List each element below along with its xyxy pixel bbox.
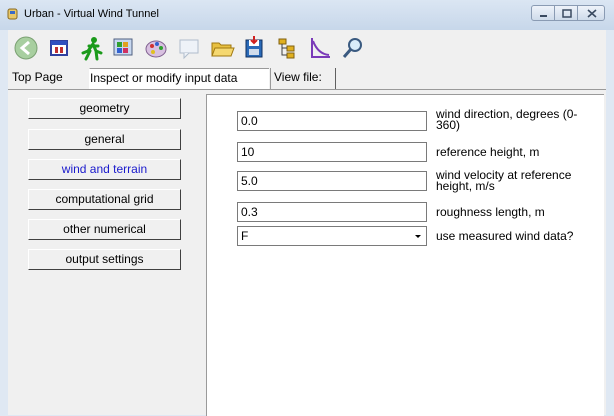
maximize-button[interactable]	[554, 5, 578, 21]
palette-button[interactable]	[109, 34, 137, 62]
title-bar[interactable]: Urban - Virtual Wind Tunnel	[0, 0, 614, 30]
grid-icon	[50, 40, 68, 56]
tree-icon	[278, 38, 295, 59]
comment-icon	[179, 39, 199, 60]
tab-view-file[interactable]: View file:	[270, 68, 336, 89]
search-icon	[342, 38, 362, 58]
client-area: geometry general wind and terrain comput…	[8, 89, 606, 416]
reference-height-label: reference height, m	[436, 145, 540, 159]
roughness-length-label: roughness length, m	[436, 205, 545, 219]
minimize-icon	[540, 15, 547, 17]
form-panel: 0.0 wind direction, degrees (0-360) 10 r…	[206, 94, 604, 416]
app-window: Urban - Virtual Wind Tunnel Top Page Ins…	[0, 0, 614, 416]
tab-top-page[interactable]: Top Page	[12, 68, 88, 89]
search-button[interactable]	[339, 34, 367, 62]
back-button[interactable]	[12, 34, 40, 62]
tab-inspect-input[interactable]: Inspect or modify input data	[89, 68, 269, 89]
wind-direction-input[interactable]: 0.0	[237, 111, 427, 131]
paint-button[interactable]	[142, 34, 170, 62]
close-icon	[587, 9, 597, 18]
toolbar	[8, 30, 606, 68]
save-icon	[245, 36, 263, 58]
roughness-length-input[interactable]: 0.3	[237, 202, 427, 222]
wind-velocity-label: wind velocity at reference height, m/s	[436, 168, 572, 193]
wind-velocity-input[interactable]: 5.0	[237, 171, 427, 191]
measured-wind-value: F	[241, 229, 249, 243]
window-title: Urban - Virtual Wind Tunnel	[24, 8, 159, 20]
nav-computational-grid-button[interactable]: computational grid	[28, 189, 181, 210]
nav-other-numerical-button[interactable]: other numerical	[28, 219, 181, 240]
chevron-down-icon[interactable]	[410, 227, 426, 245]
nav-general-button[interactable]: general	[28, 129, 181, 150]
palette-icon	[113, 38, 133, 56]
chart-button[interactable]	[306, 34, 334, 62]
save-button[interactable]	[240, 34, 268, 62]
nav-output-settings-button[interactable]: output settings	[28, 249, 181, 270]
wind-direction-label: wind direction, degrees (0-360)	[436, 107, 578, 132]
app-icon	[7, 8, 18, 20]
grid-button[interactable]	[45, 34, 73, 62]
back-icon	[14, 36, 38, 60]
measured-wind-label: use measured wind data?	[436, 229, 574, 243]
open-button[interactable]	[208, 34, 236, 62]
nav-wind-terrain-button[interactable]: wind and terrain	[28, 159, 181, 180]
run-icon	[81, 37, 103, 61]
comment-button[interactable]	[175, 34, 203, 62]
minimize-button[interactable]	[531, 5, 555, 21]
tree-button[interactable]	[273, 34, 301, 62]
run-button[interactable]	[77, 34, 105, 62]
measured-wind-select[interactable]: F	[237, 226, 427, 246]
close-button[interactable]	[577, 5, 605, 21]
nav-geometry-button[interactable]: geometry	[28, 98, 181, 119]
open-folder-icon	[211, 42, 235, 57]
reference-height-input[interactable]: 10	[237, 142, 427, 162]
maximize-icon	[562, 9, 572, 18]
tab-strip: Top Page Inspect or modify input data Vi…	[8, 68, 606, 89]
paint-icon	[145, 40, 167, 58]
chart-icon	[311, 38, 330, 58]
